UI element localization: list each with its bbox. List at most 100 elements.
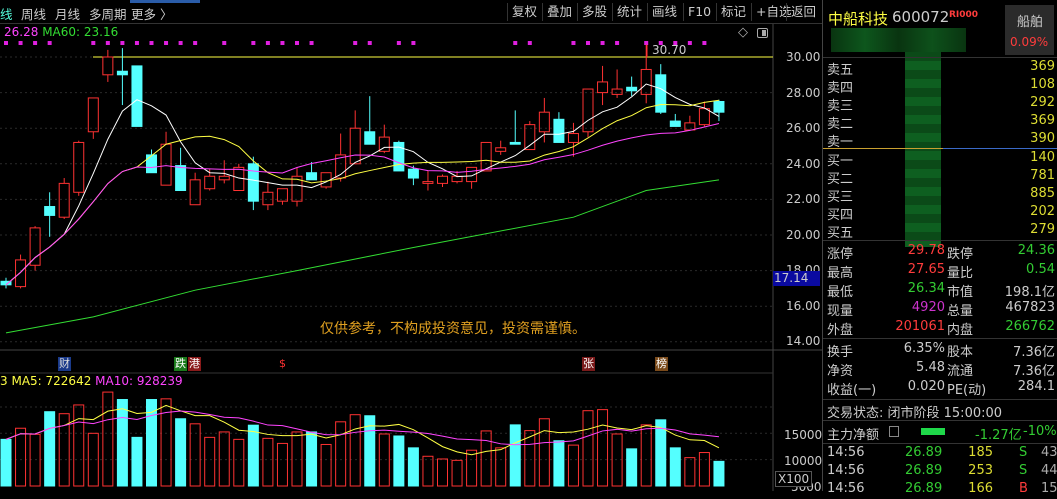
event-dividend-badge[interactable]: $ bbox=[278, 357, 287, 371]
kline-chart[interactable] bbox=[0, 0, 822, 491]
candle-body bbox=[349, 127, 361, 165]
fund-value: 7.36亿 bbox=[1013, 345, 1055, 360]
candle-up bbox=[73, 140, 85, 196]
signal-dot bbox=[396, 41, 401, 45]
signal-dot bbox=[149, 41, 154, 45]
signal-dot bbox=[47, 41, 52, 45]
trade-count: 44 bbox=[1041, 463, 1057, 478]
volume-bar-up bbox=[15, 427, 27, 487]
fund-label: 股本 bbox=[947, 345, 974, 360]
candle-body bbox=[73, 141, 85, 193]
volume-bar-up bbox=[204, 436, 216, 487]
ask-volume: 292 bbox=[1030, 95, 1055, 110]
signal-dot bbox=[18, 41, 23, 45]
candle-up bbox=[29, 226, 41, 271]
trade-row: 14:56 26.89 185 S 43 bbox=[827, 445, 1057, 463]
event-rise-badge[interactable]: 张 bbox=[582, 357, 595, 371]
signal-dot bbox=[120, 41, 125, 45]
volume-value: 3 bbox=[0, 374, 8, 388]
sector-change: 0.09% bbox=[1010, 35, 1049, 49]
stock-name: 中船科技 bbox=[828, 10, 889, 28]
signal-dot bbox=[615, 41, 620, 45]
volume-tick: 15000 bbox=[784, 428, 823, 442]
volume-bar-down bbox=[393, 435, 405, 487]
candle-body bbox=[131, 65, 143, 127]
signal-dot bbox=[265, 41, 270, 45]
volume-bar-up bbox=[698, 452, 710, 487]
bid-row[interactable]: 买三 885 bbox=[827, 186, 1057, 205]
trading-status: 交易状态: 闭市阶段 15:00:00 bbox=[827, 406, 1003, 421]
bid-row[interactable]: 买四 202 bbox=[827, 204, 1057, 223]
fund-label: 换手 bbox=[827, 345, 854, 360]
signal-dot bbox=[309, 41, 314, 45]
ask-row[interactable]: 卖四 108 bbox=[827, 77, 1057, 96]
trade-side: S bbox=[1019, 463, 1028, 478]
candle-body bbox=[538, 111, 550, 133]
ask-row[interactable]: 卖三 292 bbox=[827, 95, 1057, 114]
volume-bar-down bbox=[44, 411, 56, 487]
volume-bar-up bbox=[218, 431, 230, 487]
sector-box[interactable]: 船舶 0.09% bbox=[1005, 5, 1054, 55]
signal-dot bbox=[353, 41, 358, 45]
candle-body bbox=[713, 101, 725, 113]
event-drop-badge[interactable]: 跌 bbox=[174, 357, 187, 371]
price-tick: 16.00 bbox=[786, 299, 821, 313]
candle-body bbox=[495, 147, 507, 152]
stat-label: 最高 bbox=[827, 266, 854, 281]
candle-body bbox=[58, 182, 70, 218]
candle-up bbox=[262, 181, 274, 211]
ask-row[interactable]: 卖二 369 bbox=[827, 113, 1057, 132]
volume-bar-up bbox=[567, 444, 579, 487]
stat-label: 内盘 bbox=[947, 323, 974, 338]
signal-dot bbox=[586, 41, 590, 45]
stat-value: 0.54 bbox=[1026, 262, 1055, 277]
candle-up bbox=[160, 131, 172, 186]
volume-bar-down bbox=[306, 431, 318, 487]
volume-bar-up bbox=[291, 431, 303, 487]
candle-body bbox=[175, 165, 187, 192]
ask-row[interactable]: 卖五 369 bbox=[827, 59, 1057, 78]
trade-count: 15 bbox=[1041, 481, 1057, 496]
volume-bar-up bbox=[582, 410, 594, 487]
candle-down bbox=[393, 140, 405, 172]
fund-value: 0.020 bbox=[907, 379, 945, 394]
trade-volume: 166 bbox=[968, 481, 993, 496]
trade-time: 14:56 bbox=[827, 445, 865, 460]
stat-label: 量比 bbox=[947, 266, 974, 281]
event-financial-badge[interactable]: 财 bbox=[58, 357, 71, 371]
volume-bar-down bbox=[553, 440, 565, 487]
trade-side: S bbox=[1019, 445, 1028, 460]
bid-row[interactable]: 买五 279 bbox=[827, 222, 1057, 241]
candle-body bbox=[407, 168, 419, 179]
signal-dot bbox=[687, 41, 692, 45]
signal-dot bbox=[91, 41, 96, 45]
bid-row[interactable]: 买二 781 bbox=[827, 168, 1057, 187]
bid-row[interactable]: 买一 140 bbox=[827, 150, 1057, 169]
volume-bar-down bbox=[0, 438, 12, 487]
candle-body bbox=[146, 154, 157, 174]
price-tick: 30.00 bbox=[786, 50, 821, 64]
candle-body bbox=[364, 131, 376, 145]
price-tick: 28.00 bbox=[786, 86, 821, 100]
candle-body bbox=[87, 97, 99, 133]
candle-up bbox=[611, 69, 623, 98]
event-billboard-badge[interactable]: 榜 bbox=[655, 357, 668, 371]
trade-time: 14:56 bbox=[827, 481, 865, 496]
ask-row[interactable]: 卖一 390 bbox=[827, 131, 1057, 150]
candle-up bbox=[102, 49, 114, 82]
stat-value: 24.36 bbox=[1017, 243, 1055, 258]
list-icon[interactable] bbox=[889, 426, 899, 437]
ask-label: 卖四 bbox=[827, 81, 854, 96]
candle-up bbox=[538, 97, 550, 143]
signal-dot bbox=[367, 41, 372, 45]
candle-up bbox=[597, 65, 609, 106]
volume-bar-down bbox=[131, 436, 143, 487]
candle-body bbox=[640, 68, 652, 95]
stat-value: 4920 bbox=[911, 300, 945, 315]
volume-bar-up bbox=[597, 409, 609, 487]
trade-row: 14:56 26.89 166 B 15 bbox=[827, 481, 1057, 499]
volume-bar-up bbox=[466, 449, 478, 487]
bid-volume: 885 bbox=[1030, 186, 1055, 201]
bid-label: 买三 bbox=[827, 190, 854, 205]
event-hk-badge[interactable]: 港 bbox=[188, 357, 201, 371]
